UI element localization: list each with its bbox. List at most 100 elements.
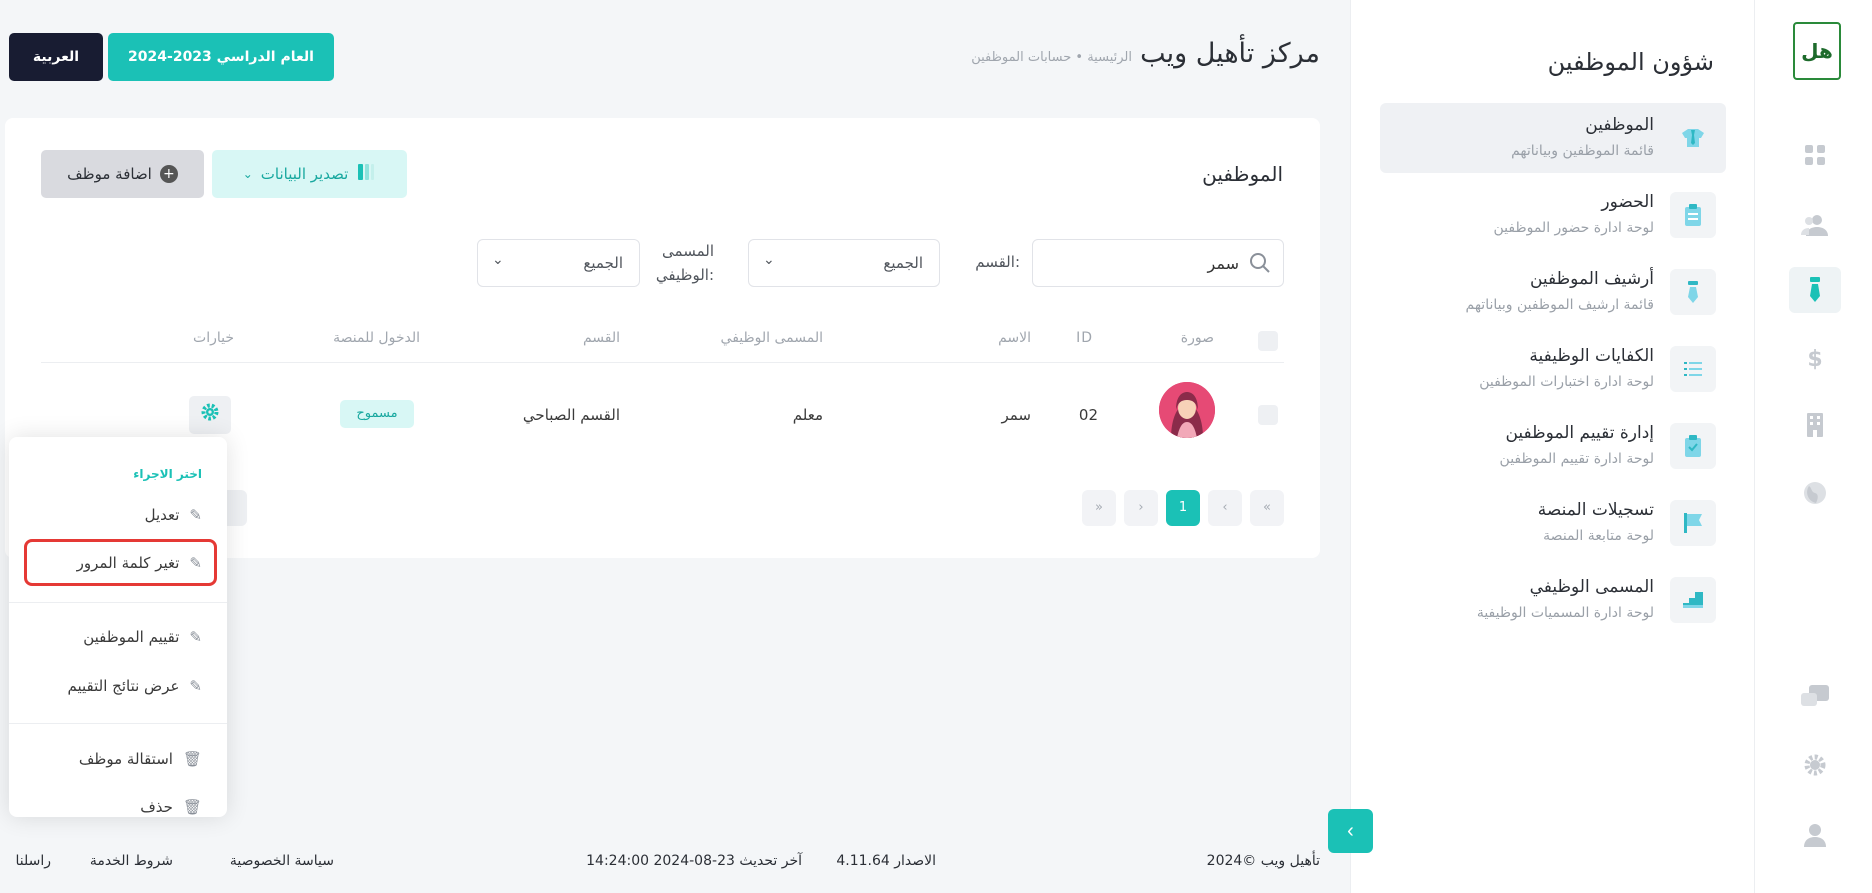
menu-item-resign[interactable]: استقالة موظف 🗑 (79, 745, 202, 773)
sidebar: شؤون الموظفين الموظفين قائمة الموظفين وب… (1350, 0, 1754, 893)
sidebar-item-sub: لوحة ادارة المسميات الوظيفية (1476, 605, 1654, 621)
menu-item-label: حذف (140, 798, 173, 816)
column-header-name: الاسم (998, 330, 1031, 346)
menu-item-label: تعديل (144, 506, 180, 524)
row-options-gear-button[interactable] (189, 396, 231, 434)
collapse-sidebar-button[interactable]: ‹ (1328, 809, 1373, 853)
users-icon[interactable] (1789, 202, 1841, 248)
list-icon (1670, 346, 1716, 392)
sidebar-item-job-titles[interactable]: المسمى الوظيفي لوحة ادارة المسميات الوظي… (1380, 565, 1726, 635)
tie-icon (1670, 269, 1716, 315)
job-title-label-line2: الوظيفي: (655, 266, 714, 284)
menu-item-delete[interactable]: حذف 🗑 (140, 793, 202, 821)
menu-divider (9, 723, 227, 724)
sidebar-item-label: المسمى الوظيفي (1529, 577, 1654, 597)
flag-icon (1670, 500, 1716, 546)
language-button[interactable]: العربية (9, 33, 103, 81)
footer-contact-link[interactable]: راسلنا (15, 853, 51, 869)
cell-department: القسم الصباحي (522, 406, 620, 424)
sidebar-item-label: أرشيف الموظفين (1529, 269, 1654, 289)
job-title-value: الجميع (583, 254, 623, 272)
pagination-first-button[interactable]: « (1250, 490, 1284, 526)
gear-icon (201, 403, 219, 421)
avatar (1159, 382, 1215, 438)
grid-icon[interactable] (1789, 132, 1841, 178)
footer-privacy-link[interactable]: سياسة الخصوصية (230, 853, 334, 869)
cell-id: 02 (1078, 406, 1098, 424)
search-box (1032, 239, 1284, 287)
logo-text: هل (1801, 39, 1833, 63)
export-label: تصدير البيانات (260, 165, 349, 183)
chevron-down-icon: ⌄ (492, 252, 504, 268)
footer-last-updated: آخر تحديث 23-08-2024 14:24:00 (586, 853, 802, 869)
search-icon (1249, 252, 1271, 274)
add-label: اضافة موظف (67, 165, 152, 183)
card-title: الموظفين (1202, 162, 1283, 186)
add-employee-button[interactable]: اضافة موظف + (41, 150, 204, 198)
sidebar-item-sub: لوحة متابعة المنصة (1543, 528, 1654, 544)
search-input[interactable] (1049, 250, 1239, 276)
column-header-department: القسم (582, 330, 620, 346)
sidebar-item-sub: قائمة الموظفين وبياناتهم (1511, 143, 1654, 159)
sidebar-item-evaluation[interactable]: إدارة تقييم الموظفين لوحة ادارة تقييم ال… (1380, 411, 1726, 481)
pagination-last-button[interactable]: » (1082, 490, 1116, 526)
plus-icon: + (159, 165, 178, 183)
footer-copyright: 2024© تأهيل ويب (1206, 853, 1320, 869)
export-data-button[interactable]: ⌄ تصدير البيانات (212, 150, 407, 198)
export-icon (356, 162, 376, 186)
sidebar-title: شؤون الموظفين (1547, 48, 1714, 76)
icon-rail: هل $ (1754, 0, 1872, 893)
department-select[interactable]: الجميع ⌄ (748, 239, 940, 287)
chevron-left-icon: ‹ (1347, 820, 1354, 842)
academic-year-button[interactable]: العام الدراسي 2023-2024 (108, 33, 334, 81)
pagination-next-button[interactable]: › (1124, 490, 1158, 526)
pagination-page-button[interactable]: 1 (1166, 490, 1200, 526)
clipboard-icon (1670, 192, 1716, 238)
sidebar-item-attendance[interactable]: الحضور لوحة ادارة حضور الموظفين (1380, 180, 1726, 250)
breadcrumb[interactable]: الرئيسية • حسابات الموظفين (971, 50, 1132, 65)
column-header-job-title: المسمى الوظيفي (720, 330, 823, 346)
trash-icon: 🗑 (182, 798, 202, 816)
sidebar-item-label: إدارة تقييم الموظفين (1505, 423, 1654, 443)
dollar-icon[interactable]: $ (1789, 336, 1841, 382)
pencil-icon: ✎ (189, 506, 202, 524)
sidebar-item-label: الكفايات الوظيفية (1529, 346, 1654, 366)
column-header-options: خيارات (193, 330, 234, 346)
globe-icon[interactable] (1789, 470, 1841, 516)
sidebar-item-employees[interactable]: الموظفين قائمة الموظفين وبياناتهم (1380, 103, 1726, 173)
footer-version: الاصدار 4.11.64 (836, 853, 936, 869)
gear-icon[interactable] (1789, 742, 1841, 788)
sidebar-item-archive[interactable]: أرشيف الموظفين قائمة ارشيف الموظفين وبيا… (1380, 257, 1726, 327)
chevron-down-icon: ⌄ (763, 252, 775, 268)
trash-icon: 🗑 (182, 750, 202, 768)
cell-job-title: معلم (792, 406, 823, 424)
sidebar-item-competencies[interactable]: الكفايات الوظيفية لوحة ادارة اختبارات ال… (1380, 334, 1726, 404)
department-label: القسم: (975, 253, 1020, 271)
menu-item-edit[interactable]: تعديل ✎ (145, 501, 202, 529)
user-icon[interactable] (1789, 812, 1841, 858)
menu-heading: اختر الاجراء (133, 467, 202, 481)
job-title-select[interactable]: الجميع ⌄ (477, 239, 640, 287)
menu-divider (9, 602, 227, 603)
row-checkbox[interactable] (1258, 405, 1278, 425)
employee-tie-icon[interactable] (1789, 267, 1841, 313)
app-logo[interactable]: هل (1793, 22, 1841, 80)
department-value: الجميع (883, 254, 923, 272)
footer-terms-link[interactable]: شروط الخدمة (90, 853, 173, 869)
chat-icon[interactable] (1789, 674, 1841, 720)
sidebar-item-sub: لوحة ادارة حضور الموظفين (1493, 220, 1655, 236)
building-icon[interactable] (1789, 402, 1841, 448)
pagination-prev-button[interactable]: ‹ (1208, 490, 1242, 526)
menu-item-evaluate[interactable]: تقييم الموظفين ✎ (83, 623, 202, 651)
menu-item-label: استقالة موظف (78, 750, 173, 768)
sidebar-item-platform-logs[interactable]: تسجيلات المنصة لوحة متابعة المنصة (1380, 488, 1726, 558)
cell-name: سمر (1001, 406, 1031, 424)
select-all-checkbox[interactable] (1258, 331, 1278, 351)
row-actions-menu: اختر الاجراء تعديل ✎ تغير كلمة المرور ✎ … (9, 437, 227, 817)
menu-item-results[interactable]: عرض نتائج التقييم ✎ (68, 672, 203, 700)
status-badge: مسموح (340, 400, 414, 428)
stairs-icon (1670, 577, 1716, 623)
pencil-icon: ✎ (189, 628, 202, 646)
page-title: مركز تأهيل ويب (1140, 38, 1320, 69)
shirt-tie-icon (1670, 115, 1716, 161)
